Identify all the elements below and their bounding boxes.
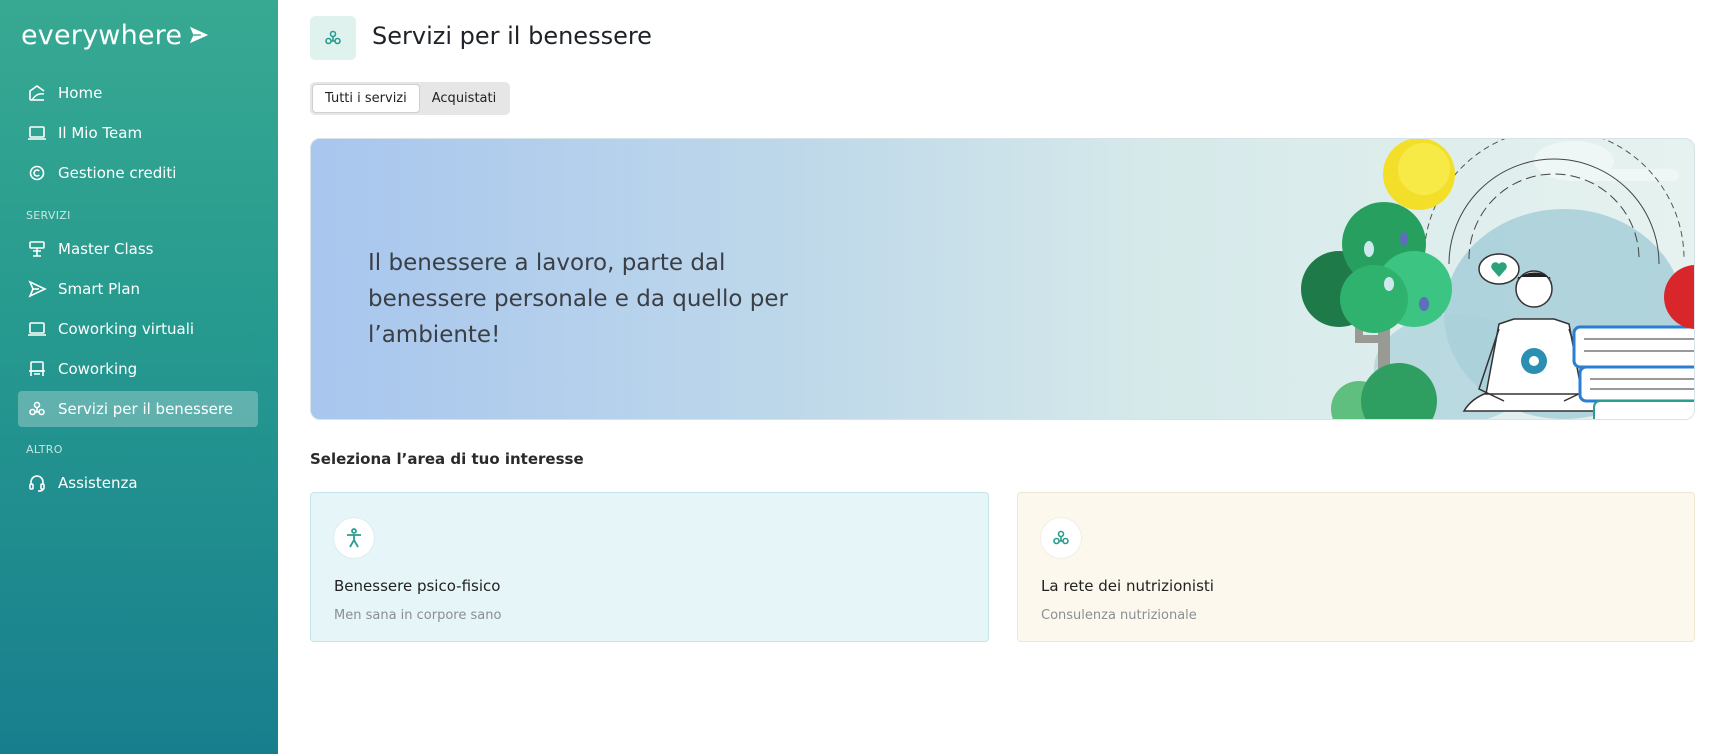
laptop-icon	[27, 319, 47, 339]
sidebar-item-label: Coworking virtuali	[58, 320, 195, 338]
card-subtitle: Men sana in corpore sano	[334, 608, 502, 623]
sidebar-item-team[interactable]: Il Mio Team	[18, 115, 258, 151]
sidebar-item-coworking[interactable]: Coworking	[18, 351, 258, 387]
banner-text: Il benessere a lavoro, parte dal benesse…	[368, 250, 788, 348]
section-label-other: ALTRO	[26, 443, 63, 456]
sidebar: everywhere Home Il Mio Team Gestione cre…	[0, 0, 278, 754]
section-title: Seleziona l’area di tuo interesse	[310, 450, 584, 468]
tab-purchased[interactable]: Acquistati	[420, 84, 508, 113]
sidebar-item-support[interactable]: Assistenza	[18, 465, 258, 501]
person-icon	[334, 518, 374, 558]
copyright-icon	[27, 163, 47, 183]
sidebar-item-label: Il Mio Team	[58, 124, 143, 142]
sidebar-item-home[interactable]: Home	[18, 75, 258, 111]
card-psycho-physical-wellness[interactable]: Benessere psico-fisico Men sana in corpo…	[310, 492, 989, 642]
meditation-illustration	[1301, 139, 1694, 419]
sidebar-nav: Home Il Mio Team Gestione crediti SERVIZ…	[18, 75, 258, 505]
headset-icon	[27, 473, 47, 493]
sidebar-item-credits[interactable]: Gestione crediti	[18, 155, 258, 191]
brand-name: everywhere	[21, 19, 183, 51]
sidebar-item-label: Gestione crediti	[58, 164, 177, 182]
sidebar-item-label: Servizi per il benessere	[58, 400, 233, 418]
sidebar-item-master-class[interactable]: Master Class	[18, 231, 258, 267]
card-title: Benessere psico-fisico	[334, 577, 501, 595]
sidebar-item-label: Coworking	[58, 360, 138, 378]
presentation-icon	[27, 239, 47, 259]
main-content: Servizi per il benessere Tutti i servizi…	[278, 0, 1721, 754]
section-label-services: SERVIZI	[26, 209, 71, 222]
hero-banner: Il benessere a lavoro, parte dal benesse…	[310, 138, 1695, 420]
desk-icon	[27, 359, 47, 379]
sidebar-item-label: Smart Plan	[58, 280, 141, 298]
lotus-icon	[310, 16, 356, 60]
sidebar-item-smart-plan[interactable]: Smart Plan	[18, 271, 258, 307]
sidebar-item-label: Home	[58, 84, 103, 102]
card-title: La rete dei nutrizionisti	[1041, 577, 1214, 595]
home-icon	[27, 83, 47, 103]
tab-all-services[interactable]: Tutti i servizi	[312, 84, 420, 113]
brand-logo[interactable]: everywhere	[21, 18, 210, 52]
sidebar-item-wellness[interactable]: Servizi per il benessere	[18, 391, 258, 427]
lotus-icon	[1041, 518, 1081, 558]
laptop-icon	[27, 123, 47, 143]
sidebar-item-virtual-coworking[interactable]: Coworking virtuali	[18, 311, 258, 347]
card-subtitle: Consulenza nutrizionale	[1041, 608, 1197, 623]
card-nutritionists-network[interactable]: La rete dei nutrizionisti Consulenza nut…	[1017, 492, 1695, 642]
sidebar-item-label: Assistenza	[58, 474, 138, 492]
tabs: Tutti i servizi Acquistati	[310, 82, 511, 115]
paper-plane-icon	[27, 279, 47, 299]
page-title: Servizi per il benessere	[372, 22, 652, 50]
sidebar-item-label: Master Class	[58, 240, 154, 258]
lotus-icon	[27, 399, 47, 419]
paper-plane-logo-icon	[190, 26, 209, 44]
